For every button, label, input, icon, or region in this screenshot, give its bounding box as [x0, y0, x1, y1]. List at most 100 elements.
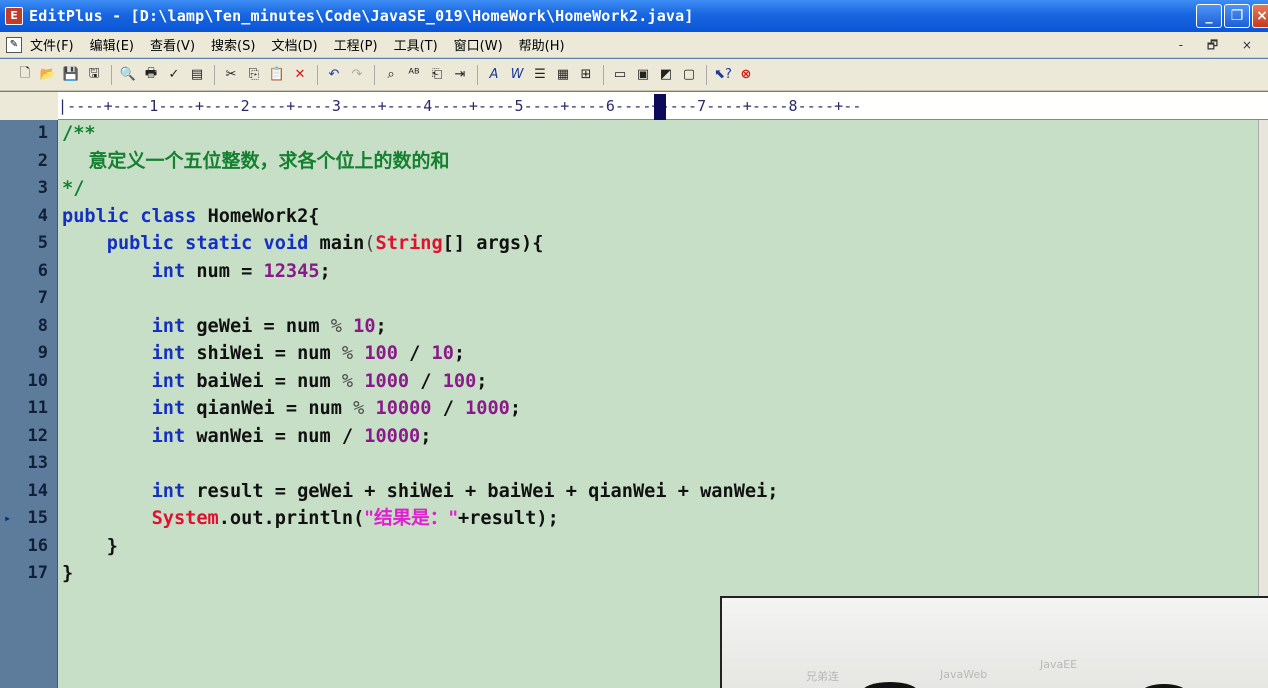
spellcheck-icon[interactable]: ✓	[163, 64, 185, 86]
keyword: int	[151, 370, 186, 392]
line-number: 5	[37, 233, 48, 253]
close-button[interactable]: ×	[1252, 4, 1268, 28]
keyword: int	[151, 425, 186, 447]
goto-line-icon[interactable]: ⇥	[449, 64, 471, 86]
menu-document[interactable]: 文档(D)	[263, 35, 325, 54]
identifier: geWei	[196, 315, 253, 337]
window-list-icon[interactable]: ▢	[678, 64, 700, 86]
menu-project[interactable]: 工程(P)	[326, 35, 386, 54]
menu-edit[interactable]: 编辑(E)	[82, 35, 142, 54]
stop-icon[interactable]: ⊗	[735, 64, 757, 86]
menu-search[interactable]: 搜索(S)	[203, 35, 263, 54]
save-all-icon[interactable]: 🖫	[83, 64, 105, 86]
keyword: static	[185, 233, 253, 254]
menu-window[interactable]: 窗口(W)	[446, 35, 511, 54]
toolbar-separator	[374, 64, 375, 85]
ruler-cursor-marker	[654, 94, 666, 120]
save-icon[interactable]: 💾	[60, 64, 82, 86]
line-number: 9	[37, 343, 48, 363]
identifier: wanWei	[196, 425, 264, 447]
line-number-icon[interactable]: ☰	[529, 64, 551, 86]
line-number: 3	[37, 178, 48, 198]
line-number-gutter: 1 2 3 4 5 6 7 8 9 10 11 12 13 14 15 16 1…	[0, 120, 58, 688]
overlay-label: JavaWeb	[940, 668, 988, 681]
toolbar: 🗋 📂 💾 🖫 🔍 🖶 ✓ ▤ ✂ ⎘ 📋 ✕ ↶ ↷ ⌕ ᴬᴮ ⎗ ⇥ A W…	[0, 59, 1268, 91]
copy-icon[interactable]: ⎘	[243, 64, 265, 86]
new-file-icon[interactable]: 🗋	[14, 64, 36, 86]
number-literal: 1000	[364, 370, 410, 392]
code-line-16: }	[62, 533, 118, 561]
menu-view[interactable]: 查看(V)	[142, 35, 203, 54]
print-icon[interactable]: 🖶	[140, 64, 162, 86]
mdi-window-controls[interactable]: - 🗗 ×	[1179, 36, 1262, 57]
line-number: 16	[27, 535, 48, 556]
number-literal: 10	[431, 343, 454, 364]
find-icon[interactable]: ⌕	[380, 64, 402, 86]
word-wrap-icon[interactable]: W	[506, 64, 528, 86]
delete-icon[interactable]: ✕	[289, 64, 311, 86]
font-icon[interactable]: A	[483, 64, 505, 86]
string-literal: "结果是："	[364, 508, 459, 529]
find-in-files-icon[interactable]: ⎗	[426, 64, 448, 86]
code-line-6: int num = 12345;	[151, 260, 331, 282]
line-number: 2	[37, 150, 48, 171]
minimize-button[interactable]: _	[1196, 4, 1222, 28]
page-icon[interactable]: ▤	[186, 64, 208, 86]
context-help-icon[interactable]: ⬉?	[712, 64, 734, 86]
paste-icon[interactable]: 📋	[266, 64, 288, 86]
window-cascade-icon[interactable]: ▣	[632, 64, 654, 86]
open-folder-icon[interactable]: 📂	[37, 64, 59, 86]
cut-icon[interactable]: ✂	[220, 64, 242, 86]
ruler-margin	[0, 92, 58, 120]
line-number: 10	[27, 370, 48, 391]
number-literal: 10000	[375, 398, 432, 419]
code-line-15: System.out.println("结果是："+result);	[62, 505, 559, 533]
undo-icon[interactable]: ↶	[323, 64, 345, 86]
window-arrange-icon[interactable]: ◩	[655, 64, 677, 86]
number-literal: 1000	[465, 398, 510, 419]
keyword: int	[151, 343, 186, 364]
line-number: 12	[27, 425, 48, 446]
line-number-current: 15	[0, 505, 48, 533]
overlay-label: JavaEE	[1040, 658, 1078, 671]
overlay-label: 兄弟连	[806, 670, 839, 683]
closing-brace: }	[62, 563, 74, 584]
maximize-button[interactable]: ❐	[1224, 4, 1250, 28]
replace-icon[interactable]: ᴬᴮ	[403, 64, 425, 86]
code-line-10: int baiWei = num % 1000 / 100;	[151, 370, 488, 392]
identifier: [] args){	[442, 233, 544, 254]
browser-icon[interactable]: ⊞	[575, 64, 597, 86]
redo-icon[interactable]: ↷	[346, 64, 368, 86]
toolbar-separator	[603, 64, 604, 85]
identifier: num	[196, 260, 230, 282]
keyword: int	[151, 398, 186, 419]
toolbar-separator	[214, 64, 215, 85]
code-line-9: int shiWei = num % 100 / 10;	[151, 343, 466, 364]
menu-tools[interactable]: 工具(T)	[386, 35, 446, 54]
number-literal: 12345	[263, 260, 320, 282]
class-name: System	[151, 508, 219, 529]
menu-help[interactable]: 帮助(H)	[511, 35, 573, 54]
closing-brace: }	[106, 535, 118, 557]
code-line-2: 意定义一个五位整数，求各个位上的数的和	[62, 149, 450, 172]
number-literal: 10	[353, 315, 376, 337]
identifier: .out.println(	[218, 508, 365, 529]
line-number: 11	[27, 398, 48, 418]
line-number: 1	[37, 123, 48, 143]
editplus-app-icon[interactable]: E	[5, 7, 23, 25]
window-tile-icon[interactable]: ▭	[609, 64, 631, 86]
identifier: +result);	[458, 508, 559, 529]
title-bar: E EditPlus - [D:\lamp\Ten_minutes\Code\J…	[0, 0, 1268, 32]
line-number: 8	[37, 315, 48, 336]
line-number: 7	[37, 288, 48, 308]
menu-file[interactable]: 文件(F)	[22, 35, 82, 54]
print-preview-icon[interactable]: 🔍	[117, 64, 139, 86]
class-name: String	[375, 233, 443, 254]
column-icon[interactable]: ▦	[552, 64, 574, 86]
keyword: public	[62, 205, 130, 227]
keyword: void	[263, 233, 309, 254]
document-icon[interactable]: ✎	[6, 36, 22, 53]
person-head	[1142, 684, 1186, 688]
line-number: 13	[27, 453, 48, 473]
toolbar-separator	[706, 64, 707, 85]
